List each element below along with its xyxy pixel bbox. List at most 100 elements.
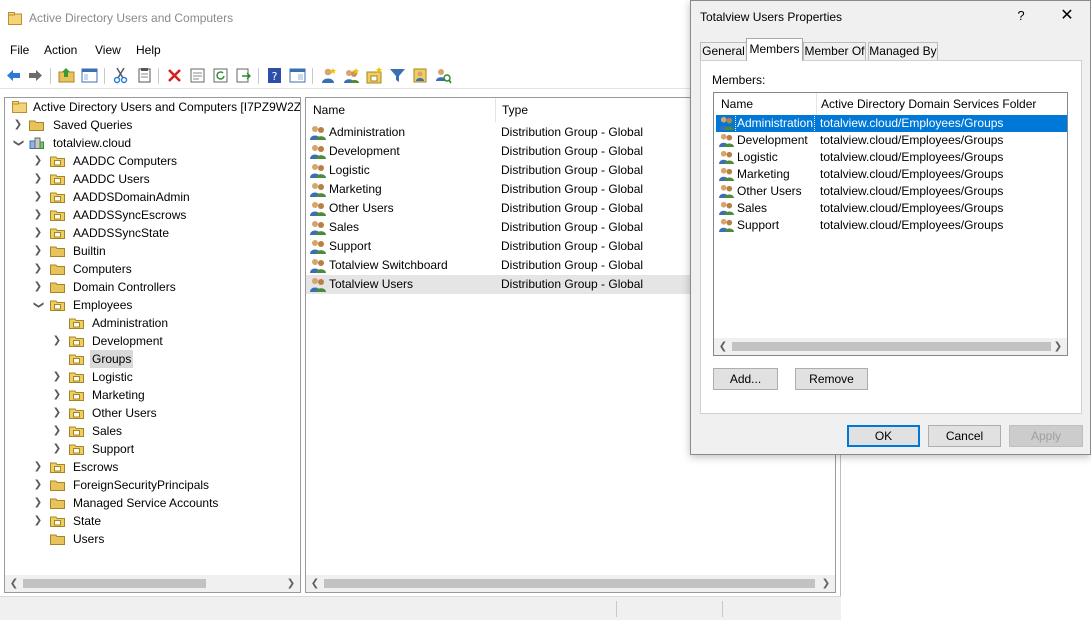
members-horizontal-scrollbar[interactable]: ❮ ❯ xyxy=(714,338,1067,355)
organizational-unit-icon xyxy=(69,318,84,329)
console-icon[interactable] xyxy=(289,67,306,84)
help-icon[interactable]: ? xyxy=(266,67,283,84)
tab-member-of[interactable]: Member Of xyxy=(803,42,866,60)
chevron-right-icon[interactable]: ❯ xyxy=(52,386,62,404)
menu-action[interactable]: Action xyxy=(44,43,77,57)
column-divider[interactable] xyxy=(816,93,817,115)
member-row[interactable]: Sales totalview.cloud/Employees/Groups xyxy=(716,200,1067,217)
tab-managed-by[interactable]: Managed By xyxy=(868,42,938,60)
group-icon xyxy=(719,133,734,147)
chevron-right-icon[interactable]: ❯ xyxy=(33,260,43,278)
scroll-right-icon[interactable]: ❯ xyxy=(284,576,298,591)
delete-icon[interactable] xyxy=(166,67,183,84)
cancel-button[interactable]: Cancel xyxy=(928,425,1001,447)
organizational-unit-icon xyxy=(69,444,84,455)
chevron-right-icon[interactable]: ❯ xyxy=(33,188,43,206)
member-name: Support xyxy=(737,218,780,232)
scrollbar-thumb[interactable] xyxy=(732,342,1051,351)
group-icon xyxy=(719,116,734,130)
column-divider[interactable] xyxy=(495,98,496,122)
member-row[interactable]: Development totalview.cloud/Employees/Gro… xyxy=(716,132,1067,149)
column-header-folder[interactable]: Active Directory Domain Services Folder xyxy=(821,93,1036,115)
chevron-right-icon[interactable]: ❯ xyxy=(13,116,23,134)
tree-item-label: Employees xyxy=(73,298,133,312)
create-ou-icon[interactable] xyxy=(366,67,383,84)
chevron-right-icon[interactable]: ❯ xyxy=(52,368,62,386)
chevron-down-icon[interactable]: ❯ xyxy=(29,300,47,310)
chevron-right-icon[interactable]: ❯ xyxy=(33,206,43,224)
create-group-icon[interactable] xyxy=(343,67,360,84)
menu-view[interactable]: View xyxy=(95,43,121,57)
chevron-down-icon[interactable]: ❯ xyxy=(9,138,27,148)
close-button[interactable]: ✕ xyxy=(1053,4,1081,28)
chevron-right-icon[interactable]: ❯ xyxy=(33,476,43,494)
chevron-right-icon[interactable]: ❯ xyxy=(33,512,43,530)
console-tree[interactable]: Active Directory Users and Computers [I7… xyxy=(4,97,301,593)
create-user-icon[interactable] xyxy=(320,67,337,84)
show-hide-console-tree-icon[interactable] xyxy=(81,67,98,84)
remove-button[interactable]: Remove xyxy=(795,368,868,390)
tree-horizontal-scrollbar[interactable]: ❮ ❯ xyxy=(5,575,300,592)
back-arrow-icon[interactable] xyxy=(5,67,22,84)
member-row[interactable]: Support totalview.cloud/Employees/Groups xyxy=(716,217,1067,234)
member-row[interactable]: Other Users totalview.cloud/Employees/Gro… xyxy=(716,183,1067,200)
up-folder-icon[interactable] xyxy=(58,67,75,84)
chevron-right-icon[interactable]: ❯ xyxy=(33,152,43,170)
scrollbar-thumb[interactable] xyxy=(324,579,815,588)
apply-button[interactable]: Apply xyxy=(1009,425,1083,447)
scroll-left-icon[interactable]: ❮ xyxy=(7,576,21,591)
chevron-right-icon[interactable]: ❯ xyxy=(52,332,62,350)
chevron-right-icon[interactable]: ❯ xyxy=(52,440,62,458)
chevron-right-icon[interactable]: ❯ xyxy=(33,458,43,476)
forward-arrow-icon[interactable] xyxy=(27,67,44,84)
tree-item-label: Development xyxy=(92,334,163,348)
member-name: Development xyxy=(737,133,808,147)
member-row[interactable]: Administration totalview.cloud/Employees/… xyxy=(716,114,1067,133)
scroll-left-icon[interactable]: ❮ xyxy=(716,339,730,354)
folder-icon xyxy=(29,120,44,131)
ok-button[interactable]: OK xyxy=(847,425,920,447)
chevron-right-icon[interactable]: ❯ xyxy=(52,404,62,422)
chevron-right-icon[interactable]: ❯ xyxy=(33,242,43,260)
chevron-right-icon[interactable]: ❯ xyxy=(33,278,43,296)
export-list-icon[interactable] xyxy=(235,67,252,84)
group-icon xyxy=(310,259,326,273)
properties-icon[interactable] xyxy=(189,67,206,84)
group-type: Distribution Group - Global xyxy=(501,220,644,234)
menu-help[interactable]: Help xyxy=(136,43,161,57)
member-row[interactable]: Logistic totalview.cloud/Employees/Groups xyxy=(716,149,1067,166)
add-to-group-icon[interactable] xyxy=(412,67,429,84)
copy-icon[interactable] xyxy=(136,67,153,84)
column-header-type[interactable]: Type xyxy=(502,98,528,122)
tab-members[interactable]: Members xyxy=(746,38,803,61)
results-horizontal-scrollbar[interactable]: ❮ ❯ xyxy=(306,575,835,592)
scroll-right-icon[interactable]: ❯ xyxy=(1051,339,1065,354)
filter-icon[interactable] xyxy=(389,67,406,84)
chevron-right-icon[interactable]: ❯ xyxy=(33,170,43,188)
chevron-right-icon[interactable]: ❯ xyxy=(33,224,43,242)
group-name: Administration xyxy=(329,125,406,139)
member-row[interactable]: Marketing totalview.cloud/Employees/Group… xyxy=(716,166,1067,183)
menu-file[interactable]: File xyxy=(10,43,29,57)
refresh-icon[interactable] xyxy=(212,67,229,84)
tab-general[interactable]: General xyxy=(700,42,747,60)
toolbar-separator xyxy=(258,68,259,84)
member-name: Logistic xyxy=(737,150,778,164)
members-list[interactable]: Name Active Directory Domain Services Fo… xyxy=(713,92,1068,356)
tree-item-label: Marketing xyxy=(92,388,145,402)
scroll-right-icon[interactable]: ❯ xyxy=(819,576,833,591)
group-icon xyxy=(310,240,326,254)
column-header-name[interactable]: Name xyxy=(313,98,345,122)
scrollbar-thumb[interactable] xyxy=(23,579,206,588)
column-header-name[interactable]: Name xyxy=(721,93,753,115)
chevron-right-icon[interactable]: ❯ xyxy=(33,494,43,512)
help-button[interactable]: ? xyxy=(1009,6,1033,26)
cut-icon[interactable] xyxy=(112,67,129,84)
find-users-icon[interactable] xyxy=(435,67,452,84)
scroll-left-icon[interactable]: ❮ xyxy=(308,576,322,591)
tree-item-label: AADDSDomainAdmin xyxy=(73,190,190,204)
status-divider xyxy=(616,601,617,617)
chevron-right-icon[interactable]: ❯ xyxy=(52,422,62,440)
tree-item-label: Computers xyxy=(73,262,132,276)
add-button[interactable]: Add... xyxy=(713,368,778,390)
